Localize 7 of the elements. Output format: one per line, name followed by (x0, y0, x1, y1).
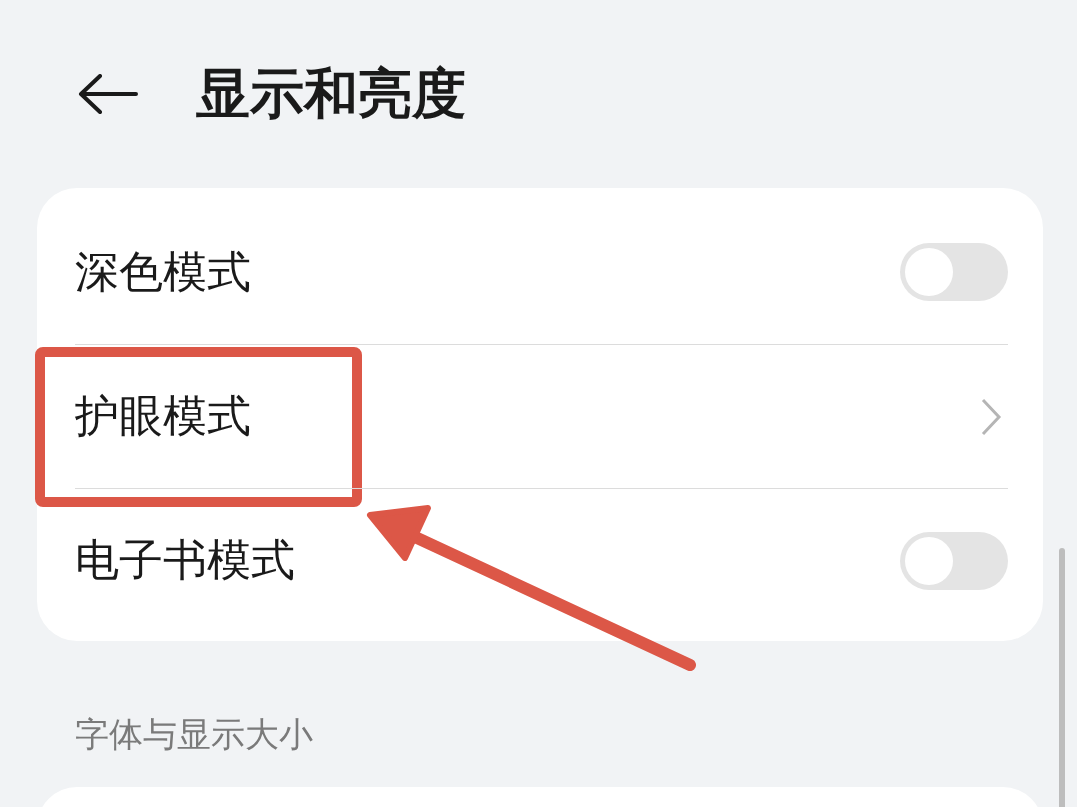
page-title: 显示和亮度 (196, 60, 466, 127)
setting-label[interactable]: 深色模式 (75, 242, 900, 302)
chevron-icon (980, 396, 1002, 437)
section-header: 字体与显示大小 (75, 713, 314, 756)
setting-label[interactable]: 护眼模式 (75, 387, 980, 446)
setting-label[interactable]: 电子书模式 (75, 531, 900, 590)
back-icon[interactable] (78, 74, 138, 114)
